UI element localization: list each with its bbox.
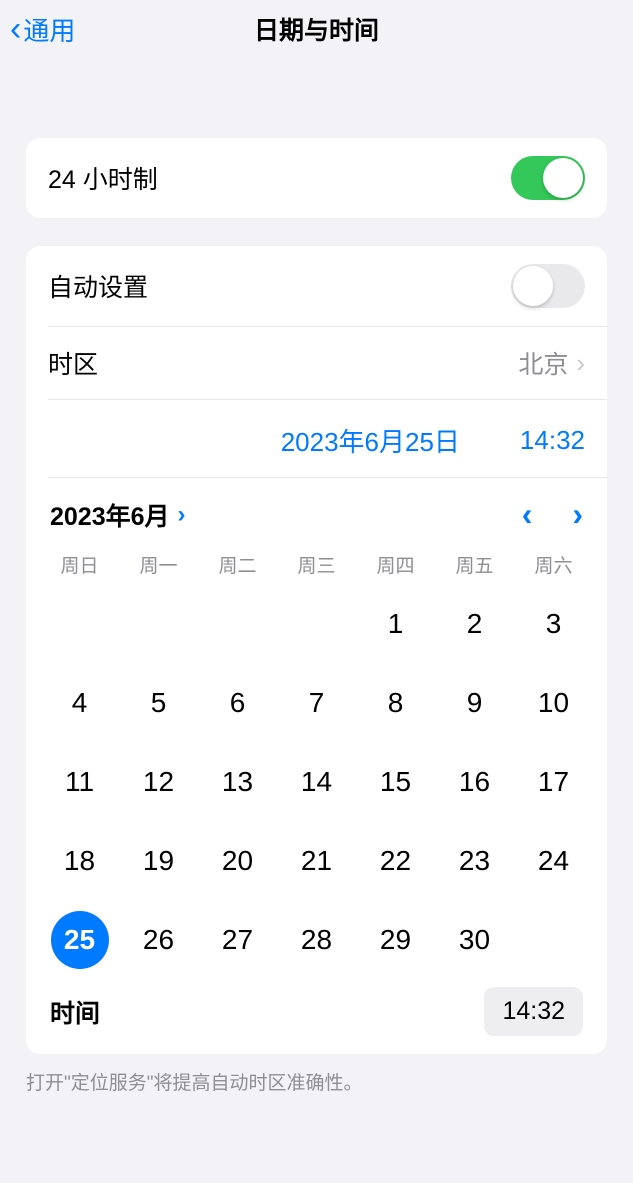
row-autoset: 自动设置 bbox=[26, 246, 607, 326]
back-button[interactable]: ‹ 通用 bbox=[10, 10, 75, 49]
toggle-knob bbox=[543, 158, 583, 198]
date-display[interactable]: 2023年6月25日 bbox=[281, 422, 460, 459]
day-16[interactable]: 16 bbox=[437, 744, 512, 819]
day-23[interactable]: 23 bbox=[437, 823, 512, 898]
day-20[interactable]: 20 bbox=[200, 823, 275, 898]
day-12[interactable]: 12 bbox=[121, 744, 196, 819]
weekday-row: 周日周一周二周三周四周五周六 bbox=[40, 551, 593, 586]
timezone-text: 北京 bbox=[518, 345, 568, 381]
time-display[interactable]: 14:32 bbox=[520, 425, 585, 456]
nav-arrows: ‹ › bbox=[522, 496, 583, 533]
calendar: 2023年6月 › ‹ › 周日周一周二周三周四周五周六 12345678910… bbox=[26, 478, 607, 1054]
weekday-label: 周二 bbox=[200, 551, 275, 578]
day-19[interactable]: 19 bbox=[121, 823, 196, 898]
page-title: 日期与时间 bbox=[254, 11, 379, 47]
day-18[interactable]: 18 bbox=[42, 823, 117, 898]
chevron-right-icon: › bbox=[178, 501, 186, 529]
section-datetime: 自动设置 时区 北京 › 2023年6月25日 14:32 2023年6月 › … bbox=[26, 246, 607, 1054]
days-grid: 1234567891011121314151617181920212223242… bbox=[40, 586, 593, 977]
value-timezone: 北京 › bbox=[518, 345, 585, 381]
day-empty bbox=[121, 586, 196, 661]
toggle-24hour[interactable] bbox=[511, 156, 585, 200]
back-label: 通用 bbox=[23, 11, 75, 48]
day-11[interactable]: 11 bbox=[42, 744, 117, 819]
row-timezone[interactable]: 时区 北京 › bbox=[26, 327, 607, 399]
day-25[interactable]: 25 bbox=[42, 902, 117, 977]
month-label: 2023年6月 bbox=[50, 497, 170, 533]
label-24hour: 24 小时制 bbox=[48, 160, 158, 196]
day-24[interactable]: 24 bbox=[516, 823, 591, 898]
day-5[interactable]: 5 bbox=[121, 665, 196, 740]
day-13[interactable]: 13 bbox=[200, 744, 275, 819]
chevron-right-icon: › bbox=[576, 348, 585, 379]
day-26[interactable]: 26 bbox=[121, 902, 196, 977]
label-timezone: 时区 bbox=[48, 345, 98, 381]
chevron-left-icon: ‹ bbox=[10, 10, 21, 49]
day-28[interactable]: 28 bbox=[279, 902, 354, 977]
day-3[interactable]: 3 bbox=[516, 586, 591, 661]
label-autoset: 自动设置 bbox=[48, 268, 148, 304]
day-2[interactable]: 2 bbox=[437, 586, 512, 661]
day-9[interactable]: 9 bbox=[437, 665, 512, 740]
day-empty bbox=[200, 586, 275, 661]
weekday-label: 周五 bbox=[437, 551, 512, 578]
row-datetime-display: 2023年6月25日 14:32 bbox=[26, 400, 607, 477]
weekday-label: 周四 bbox=[358, 551, 433, 578]
weekday-label: 周六 bbox=[516, 551, 591, 578]
time-picker[interactable]: 14:32 bbox=[484, 987, 583, 1036]
weekday-label: 周三 bbox=[279, 551, 354, 578]
section-24hour: 24 小时制 bbox=[26, 138, 607, 218]
day-27[interactable]: 27 bbox=[200, 902, 275, 977]
time-label: 时间 bbox=[50, 994, 100, 1030]
row-24hour: 24 小时制 bbox=[26, 138, 607, 218]
day-8[interactable]: 8 bbox=[358, 665, 433, 740]
day-7[interactable]: 7 bbox=[279, 665, 354, 740]
day-6[interactable]: 6 bbox=[200, 665, 275, 740]
toggle-knob bbox=[513, 266, 553, 306]
day-15[interactable]: 15 bbox=[358, 744, 433, 819]
day-17[interactable]: 17 bbox=[516, 744, 591, 819]
day-4[interactable]: 4 bbox=[42, 665, 117, 740]
day-14[interactable]: 14 bbox=[279, 744, 354, 819]
next-month-button[interactable]: › bbox=[572, 496, 583, 533]
footer-note: 打开"定位服务"将提高自动时区准确性。 bbox=[0, 1054, 633, 1095]
day-1[interactable]: 1 bbox=[358, 586, 433, 661]
day-29[interactable]: 29 bbox=[358, 902, 433, 977]
prev-month-button[interactable]: ‹ bbox=[522, 496, 533, 533]
time-row: 时间 14:32 bbox=[40, 977, 593, 1036]
day-10[interactable]: 10 bbox=[516, 665, 591, 740]
weekday-label: 周一 bbox=[121, 551, 196, 578]
day-empty bbox=[42, 586, 117, 661]
day-30[interactable]: 30 bbox=[437, 902, 512, 977]
day-empty bbox=[279, 586, 354, 661]
weekday-label: 周日 bbox=[42, 551, 117, 578]
header: ‹ 通用 日期与时间 bbox=[0, 0, 633, 58]
day-22[interactable]: 22 bbox=[358, 823, 433, 898]
toggle-autoset[interactable] bbox=[511, 264, 585, 308]
calendar-header: 2023年6月 › ‹ › bbox=[40, 490, 593, 551]
month-selector[interactable]: 2023年6月 › bbox=[50, 497, 186, 533]
day-21[interactable]: 21 bbox=[279, 823, 354, 898]
